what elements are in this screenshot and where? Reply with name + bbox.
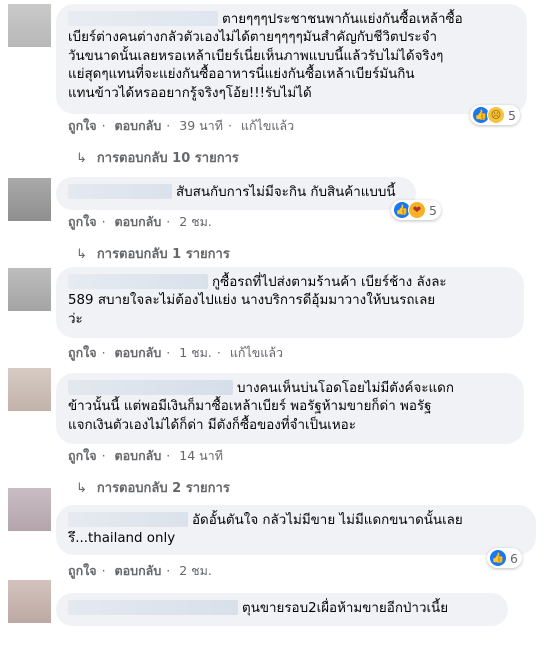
reaction-summary[interactable]: 👍 6 — [487, 548, 522, 568]
view-replies-link[interactable]: ↳ การตอบกลับ 1 รายการ — [76, 243, 230, 264]
comment-text-line: ตายๆๆๆประชาชนพากันแย่งกันซื้อเหล้าซื้อ — [222, 12, 463, 27]
reply-link[interactable]: ตอบกลับ — [115, 214, 162, 229]
reply-link[interactable]: ตอบกลับ — [115, 563, 162, 578]
view-replies-link[interactable]: ↳ การตอบกลับ 10 รายการ — [76, 147, 239, 168]
comment-actions: ถูกใจ · ตอบกลับ · 2 ชม. — [68, 563, 212, 578]
comment-actions: ถูกใจ · ตอบกลับ · 14 นาที — [68, 448, 223, 463]
timestamp[interactable]: 1 ชม. — [179, 345, 212, 360]
like-icon: 👍 — [489, 549, 507, 567]
comment-actions: ถูกใจ · ตอบกลับ · 39 นาที · แก้ไขแล้ว — [68, 118, 295, 133]
comment-text-line: สับสนกับการไม่มีจะกิน กับสินค้าแบบนี้ — [176, 185, 396, 200]
reaction-count: 5 — [508, 107, 516, 123]
comment-bubble: ตายๆๆๆประชาชนพากันแย่งกันซื้อเหล้าซื้อ เ… — [56, 4, 527, 114]
comment-bubble: สับสนกับการไม่มีจะกิน กับสินค้าแบบนี้ — [56, 177, 416, 210]
commenter-name[interactable] — [68, 184, 172, 199]
like-link[interactable]: ถูกใจ — [68, 563, 97, 578]
reply-link[interactable]: ตอบกลับ — [115, 118, 162, 133]
view-replies-link[interactable]: ↳ การตอบกลับ 2 รายการ — [76, 477, 230, 498]
reaction-count: 6 — [510, 550, 518, 566]
timestamp[interactable]: 14 นาที — [179, 448, 223, 463]
reply-link[interactable]: ตอบกลับ — [115, 345, 162, 360]
comment-bubble: อัดอั้นตันใจ กลัวไม่มีขาย ไม่มีแดกขนาดนั… — [56, 505, 536, 555]
like-link[interactable]: ถูกใจ — [68, 118, 97, 133]
edited-label[interactable]: แก้ไขแล้ว — [241, 118, 294, 133]
comment-text-line: ตุนขายรอบ2เผื่อห้ามขายอีกป่าวเนี้ย — [242, 601, 449, 616]
commenter-name[interactable] — [68, 600, 238, 615]
like-link[interactable]: ถูกใจ — [68, 345, 97, 360]
comment-text-line: กูซื้อรถที่ไปส่งตามร้านค้า เบียร์ช้าง ลั… — [212, 275, 447, 290]
comment-text-line: ว่ะ — [68, 311, 83, 327]
comment-text-line: อัดอั้นตันใจ กลัวไม่มีขาย ไม่มีแดกขนาดนั… — [192, 513, 463, 528]
like-link[interactable]: ถูกใจ — [68, 214, 97, 229]
avatar[interactable] — [8, 178, 51, 221]
comment-text-line: รึ...thailand only — [68, 531, 176, 547]
avatar[interactable] — [8, 580, 51, 623]
reply-arrow-icon: ↳ — [76, 151, 87, 166]
avatar[interactable] — [8, 368, 51, 411]
avatar[interactable] — [8, 4, 51, 47]
comment-text-line: เบียร์ต่างคนต่างกลัวตัวเองไม่ได้ตายๆๆๆๆม… — [68, 30, 437, 46]
comment-text-line: ข้าวนั้นนี้ แต่พอมีเงินก็มาซื้อเหล้าเบีย… — [68, 399, 432, 415]
comment-text-line: วันขนาดนั้นเลยหรอเหล้าเบียร์เนี่ยเห็นภาพ… — [68, 48, 444, 64]
comment-bubble: บางคนเห็นบ่นโอดโอยไม่มีตังค์จะแดก ข้าวนั… — [56, 373, 524, 444]
like-link[interactable]: ถูกใจ — [68, 448, 97, 463]
comment-actions: ถูกใจ · ตอบกลับ · 2 ชม. — [68, 214, 212, 229]
reply-arrow-icon: ↳ — [76, 481, 87, 496]
avatar[interactable] — [8, 488, 51, 531]
reply-arrow-icon: ↳ — [76, 247, 87, 262]
comment-text-line: บางคนเห็นบ่นโอดโอยไม่มีตังค์จะแดก — [237, 381, 454, 396]
commenter-name[interactable] — [68, 274, 208, 289]
edited-label[interactable]: แก้ไขแล้ว — [230, 345, 283, 360]
sad-icon: ☹ — [487, 106, 505, 124]
timestamp[interactable]: 39 นาที — [179, 118, 223, 133]
comment-text-line: แจกเงินตัวเองไม่ได้ก็ด่า มีตังก็ซื้อของท… — [68, 417, 356, 433]
reaction-summary[interactable]: 👍 ☹ 5 — [470, 105, 520, 125]
replies-label: การตอบกลับ 2 รายการ — [96, 481, 230, 496]
timestamp[interactable]: 2 ชม. — [179, 214, 212, 229]
reply-link[interactable]: ตอบกลับ — [115, 448, 162, 463]
comment-actions: ถูกใจ · ตอบกลับ · 1 ชม. · แก้ไขแล้ว — [68, 345, 284, 360]
commenter-name[interactable] — [68, 11, 218, 26]
comment-text-line: 589 สบายใจละไม่ต้องไปแย่ง นางบริการดีอุ้… — [68, 293, 436, 309]
comment-text-line: แย่สุดๆแทนที่จะแย่งกันซื้ออาหารนี่แย่งกั… — [68, 67, 415, 83]
commenter-name[interactable] — [68, 380, 233, 395]
replies-label: การตอบกลับ 10 รายการ — [96, 151, 239, 166]
comment-bubble: กูซื้อรถที่ไปส่งตามร้านค้า เบียร์ช้าง ลั… — [56, 267, 524, 338]
reaction-count: 5 — [429, 202, 437, 218]
replies-label: การตอบกลับ 1 รายการ — [96, 247, 230, 262]
reaction-summary[interactable]: 👍 ❤ 5 — [391, 200, 441, 220]
commenter-name[interactable] — [68, 512, 188, 527]
comment-bubble: ตุนขายรอบ2เผื่อห้ามขายอีกป่าวเนี้ย — [56, 593, 508, 626]
timestamp[interactable]: 2 ชม. — [179, 563, 212, 578]
avatar[interactable] — [8, 268, 51, 311]
care-icon: ❤ — [408, 201, 426, 219]
comment-text-line: แทนข้าวได้หรออยากรู้จริงๆโอ้ย!!!รับไม่ได… — [68, 85, 312, 101]
